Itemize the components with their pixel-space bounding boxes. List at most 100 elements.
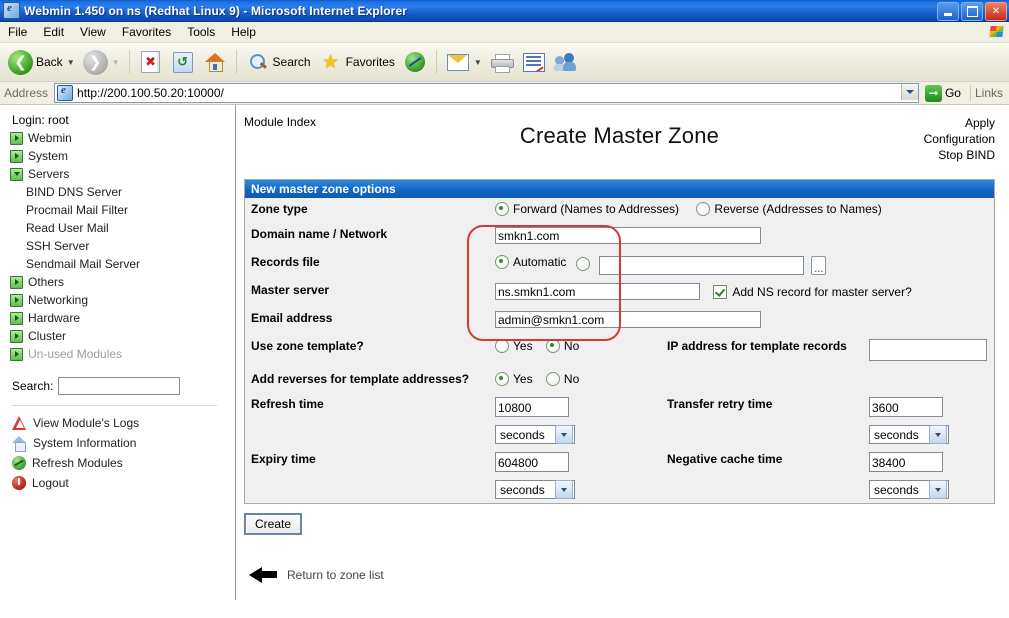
forward-chevron-down-icon: ▼ [111,57,120,67]
create-button[interactable]: Create [244,513,303,536]
search-icon [246,50,270,74]
sidebar-subitem-label: Sendmail Mail Server [26,257,141,271]
menu-item-file[interactable]: File [0,23,35,41]
sidebar-item-sendmail-mail-server[interactable]: Sendmail Mail Server [10,255,235,273]
sidebar-item-procmail-mail-filter[interactable]: Procmail Mail Filter [10,201,235,219]
search-label: Search [272,55,311,69]
go-button[interactable]: ➞ Go [923,84,966,102]
master-server-cell: ns.smkn1.com Add NS record for master se… [489,279,994,307]
login-line: Login: root [12,113,69,127]
sidebar-item-label: Cluster [28,329,67,343]
mail-button[interactable]: ▼ [442,45,486,79]
sidebar-item-cluster[interactable]: Cluster [10,327,235,345]
home-button[interactable] [199,45,231,79]
add-reverses-no-radio[interactable]: No [545,372,580,387]
expiry-time-unit-select[interactable]: seconds [495,480,655,500]
minimize-button[interactable] [937,2,959,21]
chevron-down-icon[interactable]: ▼ [67,58,75,67]
return-to-zone-list-row[interactable]: Return to zone list [244,565,995,585]
menu-item-view[interactable]: View [72,23,114,41]
sidebar-item-networking[interactable]: Networking [10,291,235,309]
email-address-input[interactable]: admin@smkn1.com [495,311,761,329]
records-file-automatic-radio[interactable]: Automatic [495,255,566,269]
mail-chevron-down-icon[interactable]: ▼ [474,58,482,67]
add-reverses-yes-radio[interactable]: Yes [495,372,533,387]
favorites-button[interactable]: ★ Favorites [315,45,399,79]
sidebar-action-logout[interactable]: Logout [10,473,235,493]
ip-for-template-input[interactable] [869,339,987,362]
menu-item-help[interactable]: Help [223,23,264,41]
search-button[interactable]: Search [242,45,315,79]
sidebar-item-webmin[interactable]: Webmin [10,129,235,147]
add-reverses-no-label: No [563,372,580,387]
add-ns-record-checkbox[interactable]: Add NS record for master server? [713,285,912,300]
sidebar-item-others[interactable]: Others [10,273,235,291]
sidebar-item-un-used-modules[interactable]: Un-used Modules [10,345,235,363]
mail-icon [446,50,470,74]
apply-link[interactable]: Apply [924,115,995,131]
refresh-time-unit-select[interactable]: seconds [495,425,655,445]
zone-type-label: Zone type [251,202,308,216]
negative-cache-time-input[interactable]: 38400 [869,452,943,473]
transfer-retry-time-unit-select[interactable]: seconds [869,425,988,445]
search-input[interactable] [58,377,181,395]
refresh-icon: ↺ [171,50,195,74]
go-arrow-icon: ➞ [924,84,942,102]
menu-item-edit[interactable]: Edit [35,23,72,41]
chevron-right-icon [10,149,23,163]
negative-cache-time-unit-select[interactable]: seconds [869,480,988,500]
messenger-button[interactable] [550,45,582,79]
zone-type-reverse-radio[interactable]: Reverse (Addresses to Names) [696,202,882,216]
sidebar-item-ssh-server[interactable]: SSH Server [10,237,235,255]
main-content: Module Index Create Master Zone Apply Co… [236,105,1009,600]
stop-bind-link[interactable]: Stop BIND [924,147,995,163]
sidebar-item-read-user-mail[interactable]: Read User Mail [10,219,235,237]
menu-item-favorites[interactable]: Favorites [114,23,179,41]
home-icon [203,50,227,74]
links-button[interactable]: Links [969,85,1009,101]
radio-icon [495,255,509,269]
use-zone-template-no-radio[interactable]: No [545,339,579,354]
domain-name-input[interactable]: smkn1.com [495,227,761,244]
history-button[interactable] [399,45,431,79]
refresh-button[interactable]: ↺ [167,45,199,79]
sidebar-action-refresh-modules[interactable]: Refresh Modules [10,453,235,473]
print-button[interactable] [486,45,518,79]
stop-button[interactable]: ✖ [135,45,167,79]
refresh-time-input[interactable]: 10800 [495,397,569,418]
configuration-link[interactable]: Configuration [924,131,995,147]
restore-button[interactable] [961,2,983,21]
address-dropdown-button[interactable] [900,84,918,100]
transfer-retry-time-input[interactable]: 3600 [869,397,943,418]
use-zone-template-yes-label: Yes [513,339,533,354]
forward-button[interactable]: ❯ ▼ [79,45,124,79]
back-button[interactable]: ❮ Back ▼ [4,45,79,79]
chevron-right-icon [10,347,23,361]
sidebar-item-system[interactable]: System [10,147,235,165]
close-button[interactable]: ✕ [985,2,1007,21]
windows-logo-icon [988,24,1005,39]
ip-for-template-cell [863,335,994,368]
toolbar-separator-1 [128,50,130,74]
zone-type-forward-radio[interactable]: Forward (Names to Addresses) [495,202,679,216]
sidebar-item-servers[interactable]: Servers [10,165,235,183]
return-to-zone-list-link[interactable]: Return to zone list [287,568,384,582]
sidebar-item-hardware[interactable]: Hardware [10,309,235,327]
address-input[interactable]: http://200.100.50.20:10000/ [54,83,919,103]
stop-icon: ✖ [139,50,163,74]
sidebar-item-bind-dns-server[interactable]: BIND DNS Server [10,183,235,201]
menu-item-tools[interactable]: Tools [179,23,223,41]
expiry-time-input[interactable]: 604800 [495,452,569,473]
form-row-expiry-negative: Expiry time 604800 seconds Negative cach… [245,448,994,503]
records-file-custom-radio[interactable] [575,257,590,271]
records-file-browse-button[interactable]: ... [811,256,827,276]
master-server-input[interactable]: ns.smkn1.com [495,283,700,301]
records-file-input[interactable] [599,256,805,276]
radio-icon [495,372,509,387]
use-zone-template-yes-radio[interactable]: Yes [495,339,533,354]
sidebar-action-view-modules-logs[interactable]: View Module's Logs [10,413,235,433]
add-reverses-yes-label: Yes [513,372,533,387]
sidebar-divider [12,405,217,406]
sidebar-action-system-information[interactable]: System Information [10,433,235,453]
edit-button[interactable] [518,45,550,79]
